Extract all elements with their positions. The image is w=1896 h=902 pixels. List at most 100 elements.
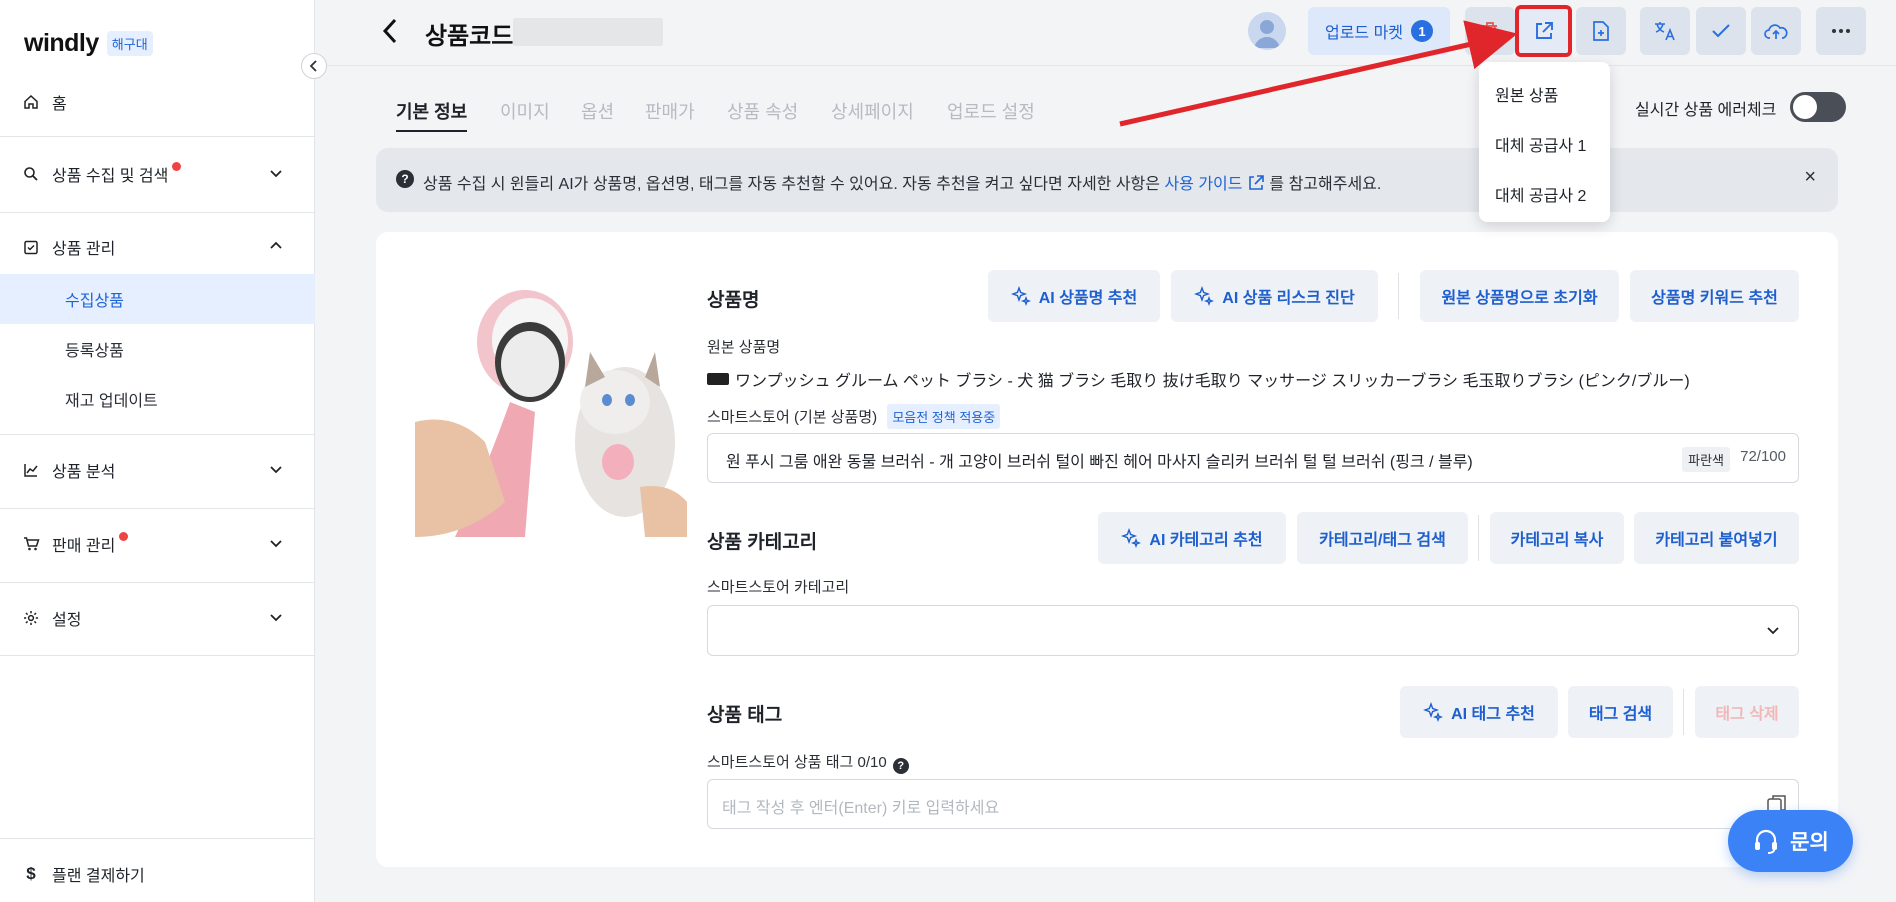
delete-button[interactable] xyxy=(1465,7,1515,55)
translate-button[interactable] xyxy=(1640,7,1690,55)
page-title: 상품코드 xyxy=(425,23,514,50)
sidebar-item-product-analysis[interactable]: 상품 분석 xyxy=(0,448,315,492)
realtime-check-toggle[interactable] xyxy=(1790,92,1846,122)
category-tag-search-button[interactable]: 카테고리/태그 검색 xyxy=(1297,512,1468,564)
tab-detail-page[interactable]: 상세페이지 xyxy=(831,98,914,124)
ai-category-recommend-button[interactable]: AI 카테고리 추천 xyxy=(1098,512,1286,564)
notice-text-before: 상품 수집 시 윈들리 AI가 상품명, 옵션명, 태그를 자동 추천할 수 있… xyxy=(423,176,1160,193)
sidebar-item-registered-products[interactable]: 등록상품 xyxy=(0,324,315,374)
product-name-input[interactable]: 원 푸시 그룸 애완 동물 브러쉬 - 개 고양이 브러쉬 털이 빠진 헤어 마… xyxy=(707,433,1799,483)
ai-tag-recommend-button[interactable]: AI 태그 추천 xyxy=(1400,686,1558,738)
sidebar-item-product-management[interactable]: 상품 관리 xyxy=(0,225,315,269)
more-horizontal-icon xyxy=(1832,29,1850,33)
divider xyxy=(1683,689,1684,735)
color-tag: 파란색 xyxy=(1682,447,1730,472)
chevron-down-icon xyxy=(269,536,283,555)
ai-risk-diagnosis-button[interactable]: AI 상품 리스크 진단 xyxy=(1171,270,1378,322)
product-category-title: 상품 카테고리 xyxy=(707,532,818,553)
tab-attributes[interactable]: 상품 속성 xyxy=(727,98,798,124)
dropdown-item-original-product[interactable]: 원본 상품 xyxy=(1495,82,1558,106)
tab-price[interactable]: 판매가 xyxy=(645,98,695,124)
notice-text-after: 를 참고해주세요. xyxy=(1269,176,1382,193)
amazon-flag-icon xyxy=(707,373,729,385)
search-icon xyxy=(22,165,40,183)
trash-icon xyxy=(1483,22,1497,40)
sparkle-icon xyxy=(1194,286,1215,306)
confirm-button[interactable] xyxy=(1696,7,1746,55)
chevron-left-icon xyxy=(309,60,317,72)
sidebar-item-plan-payment[interactable]: $ 플랜 결제하기 xyxy=(0,852,315,896)
character-counter: 72/100 xyxy=(1740,448,1786,465)
sidebar-item-sales-management[interactable]: 판매 관리 xyxy=(0,522,315,566)
tab-image[interactable]: 이미지 xyxy=(500,98,550,124)
reset-to-original-name-button[interactable]: 원본 상품명으로 초기화 xyxy=(1420,270,1619,322)
divider xyxy=(0,838,315,839)
tab-upload-settings[interactable]: 업로드 설정 xyxy=(947,98,1035,124)
dropdown-item-alt-supplier-1[interactable]: 대체 공급사 1 xyxy=(1495,132,1586,156)
name-keyword-recommend-button[interactable]: 상품명 키워드 추천 xyxy=(1630,270,1799,322)
gear-icon xyxy=(22,609,40,627)
line-chart-icon xyxy=(22,461,40,479)
tag-input-placeholder: 태그 작성 후 엔터(Enter) 키로 입력하세요 xyxy=(722,800,1000,817)
product-image xyxy=(415,272,687,537)
divider xyxy=(0,434,315,435)
cart-icon xyxy=(22,535,40,553)
sidebar-item-label: 상품 분석 xyxy=(52,464,116,481)
ai-name-recommend-button[interactable]: AI 상품명 추천 xyxy=(988,270,1160,322)
headset-icon xyxy=(1755,829,1778,854)
notice-text: 상품 수집 시 윈들리 AI가 상품명, 옵션명, 태그를 자동 추천할 수 있… xyxy=(423,170,1381,194)
original-name-value: ワンプッシュ グルーム ペット ブラシ - 犬 猫 ブラシ 毛取り 抜け毛取り … xyxy=(707,367,1690,391)
arrow-left-icon xyxy=(382,18,397,44)
logo[interactable]: windly xyxy=(24,29,99,58)
user-guide-link-label: 사용 가이드 xyxy=(1164,176,1243,193)
back-button[interactable] xyxy=(378,16,402,46)
close-icon[interactable]: × xyxy=(1804,166,1816,189)
sidebar-item-stock-update[interactable]: 재고 업데이트 xyxy=(0,374,315,424)
home-icon xyxy=(22,93,40,111)
category-select[interactable] xyxy=(707,605,1799,656)
sidebar-item-home[interactable]: 홈 xyxy=(0,80,315,124)
upload-market-button[interactable]: 업로드 마켓 1 xyxy=(1308,7,1450,55)
external-link-dropdown: 원본 상품 대체 공급사 1 대체 공급사 2 xyxy=(1479,62,1610,222)
tag-search-button[interactable]: 태그 검색 xyxy=(1568,686,1673,738)
smartstore-name-label-text: 스마트스토어 (기본 상품명) xyxy=(707,409,878,426)
category-paste-button[interactable]: 카테고리 붙여넣기 xyxy=(1634,512,1799,564)
realtime-check-label: 실시간 상품 에러체크 xyxy=(1635,102,1777,119)
sidebar-collapse-button[interactable] xyxy=(301,53,327,79)
upload-market-label: 업로드 마켓 xyxy=(1324,25,1404,42)
tab-basic-info[interactable]: 기본 정보 xyxy=(396,98,468,132)
policy-badge: 모음전 정책 적용중 xyxy=(887,404,1001,429)
tag-delete-button[interactable]: 태그 삭제 xyxy=(1695,686,1799,738)
add-file-button[interactable] xyxy=(1576,7,1626,55)
help-icon[interactable]: ? xyxy=(892,758,909,774)
sidebar-item-collect-search[interactable]: 상품 수집 및 검색 xyxy=(0,152,315,196)
upload-cloud-button[interactable] xyxy=(1751,7,1801,55)
sidebar-item-label: 판매 관리 xyxy=(52,538,116,555)
open-external-button[interactable] xyxy=(1515,5,1572,57)
category-copy-button[interactable]: 카테고리 복사 xyxy=(1490,512,1624,564)
avatar[interactable] xyxy=(1248,12,1286,50)
chevron-down-icon xyxy=(269,166,283,185)
translate-icon xyxy=(1655,22,1675,41)
divider xyxy=(0,508,315,509)
user-guide-link[interactable]: 사용 가이드 xyxy=(1164,175,1269,193)
sparkle-icon xyxy=(1010,286,1031,306)
sidebar-item-collected-products[interactable]: 수집상품 xyxy=(0,274,315,324)
tag-input[interactable]: 태그 작성 후 엔터(Enter) 키로 입력하세요 xyxy=(707,779,1799,829)
sidebar-item-label: 홈 xyxy=(52,96,67,113)
sidebar-item-settings[interactable]: 설정 xyxy=(0,596,315,640)
check-icon xyxy=(1712,24,1730,38)
notification-dot xyxy=(172,161,182,171)
original-name-text: ワンプッシュ グルーム ペット ブラシ - 犬 猫 ブラシ 毛取り 抜け毛取り … xyxy=(735,373,1690,390)
dropdown-item-alt-supplier-2[interactable]: 대체 공급사 2 xyxy=(1495,182,1586,206)
product-name-value: 원 푸시 그룸 애완 동물 브러쉬 - 개 고양이 브러쉬 털이 빠진 헤어 마… xyxy=(726,454,1473,471)
divider xyxy=(0,212,315,213)
dollar-icon: $ xyxy=(26,864,36,883)
notification-dot xyxy=(119,531,129,541)
inquiry-button[interactable]: 문의 xyxy=(1728,810,1853,872)
region-badge: 해구대 xyxy=(106,30,153,56)
divider xyxy=(0,582,315,583)
product-name-title: 상품명 xyxy=(707,290,760,311)
more-options-button[interactable] xyxy=(1816,7,1866,55)
tab-options[interactable]: 옵션 xyxy=(581,98,614,124)
